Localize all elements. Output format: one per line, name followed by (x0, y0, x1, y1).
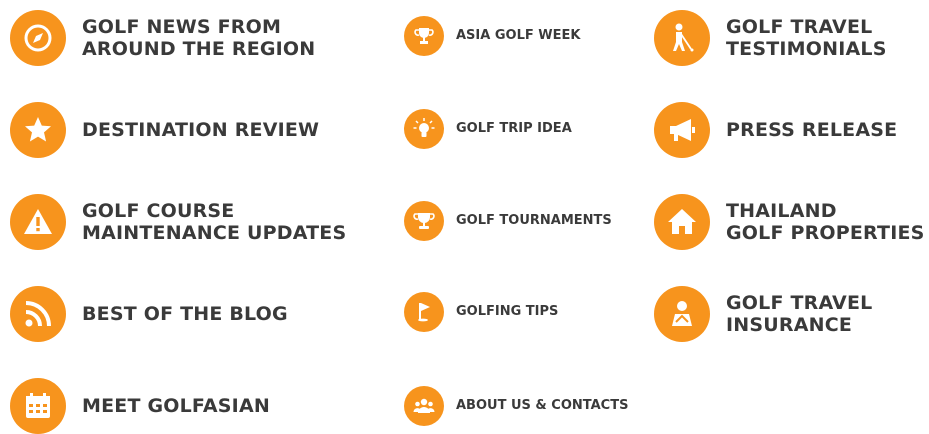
menu-item-thailand-properties[interactable]: THAILAND GOLF PROPERTIES (654, 194, 925, 250)
menu-item-label: GOLF TRAVEL TESTIMONIALS (726, 15, 887, 60)
menu-item-label: GOLF TRAVEL INSURANCE (726, 291, 873, 336)
menu-item-label: GOLF COURSE MAINTENANCE UPDATES (82, 199, 347, 244)
trophy-cup-icon (404, 201, 444, 241)
menu-item-asia-golf-week[interactable]: ASIA GOLF WEEK (404, 16, 580, 56)
menu-item-travel-testimonials[interactable]: GOLF TRAVEL TESTIMONIALS (654, 10, 887, 66)
person-icon (654, 286, 710, 342)
menu-item-golf-trip-idea[interactable]: GOLF TRIP IDEA (404, 109, 572, 149)
menu-item-press-release[interactable]: PRESS RELEASE (654, 102, 897, 158)
menu-item-label: GOLF TOURNAMENTS (456, 213, 612, 229)
menu-item-golf-tournaments[interactable]: GOLF TOURNAMENTS (404, 201, 612, 241)
megaphone-icon (654, 102, 710, 158)
menu-item-golfing-tips[interactable]: GOLFING TIPS (404, 292, 558, 332)
menu-item-label: GOLF TRIP IDEA (456, 121, 572, 137)
star-icon (10, 102, 66, 158)
lightbulb-icon (404, 109, 444, 149)
group-icon (404, 386, 444, 426)
menu-item-best-of-blog[interactable]: BEST OF THE BLOG (10, 286, 288, 342)
menu-item-label: DESTINATION REVIEW (82, 118, 320, 141)
menu-item-destination-review[interactable]: DESTINATION REVIEW (10, 102, 319, 158)
menu-item-about-us[interactable]: ABOUT US & CONTACTS (404, 386, 628, 426)
menu-item-label: MEET GOLFASIAN (82, 394, 270, 417)
rss-icon (10, 286, 66, 342)
menu-item-label: ASIA GOLF WEEK (456, 28, 581, 44)
menu-item-label: GOLF NEWS FROM AROUND THE REGION (82, 15, 316, 60)
compass-icon (10, 10, 66, 66)
menu-item-label: BEST OF THE BLOG (82, 302, 288, 325)
flag-icon (404, 292, 444, 332)
menu-item-travel-insurance[interactable]: GOLF TRAVEL INSURANCE (654, 286, 872, 342)
menu-item-label: THAILAND GOLF PROPERTIES (726, 199, 925, 244)
warning-icon (10, 194, 66, 250)
menu-item-golf-news[interactable]: GOLF NEWS FROM AROUND THE REGION (10, 10, 315, 66)
menu-item-course-maintenance[interactable]: GOLF COURSE MAINTENANCE UPDATES (10, 194, 346, 250)
menu-item-label: GOLFING TIPS (456, 304, 559, 320)
trophy-icon (404, 16, 444, 56)
menu-item-label: PRESS RELEASE (726, 118, 898, 141)
golfer-icon (654, 10, 710, 66)
menu-item-label: ABOUT US & CONTACTS (456, 398, 629, 414)
house-icon (654, 194, 710, 250)
